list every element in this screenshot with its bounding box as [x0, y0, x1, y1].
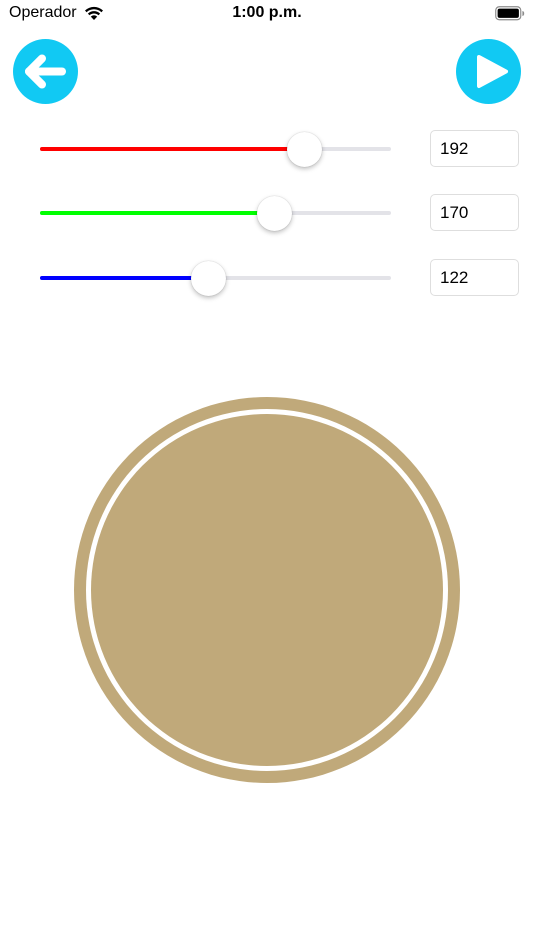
play-button[interactable] [456, 39, 521, 104]
status-bar: Operador 1:00 p.m. [0, 0, 534, 30]
battery-icon [495, 6, 525, 21]
red-value-input[interactable] [430, 130, 519, 167]
arrow-left-icon [25, 54, 66, 89]
color-preview [74, 397, 460, 783]
back-button[interactable] [13, 39, 78, 104]
slider-fill [40, 211, 275, 215]
green-slider[interactable] [40, 193, 391, 233]
slider-thumb[interactable] [257, 196, 293, 231]
color-preview-ring [86, 409, 448, 771]
green-value-input[interactable] [430, 194, 519, 231]
slider-fill [40, 276, 208, 280]
blue-slider[interactable] [40, 258, 391, 298]
slider-thumb[interactable] [190, 261, 226, 296]
blue-value-input[interactable] [430, 259, 519, 296]
slider-thumb[interactable] [287, 132, 323, 167]
color-preview-swatch [91, 414, 443, 766]
slider-fill [40, 147, 305, 151]
red-slider[interactable] [40, 129, 391, 169]
play-icon [477, 55, 508, 88]
status-time: 1:00 p.m. [232, 4, 302, 21]
